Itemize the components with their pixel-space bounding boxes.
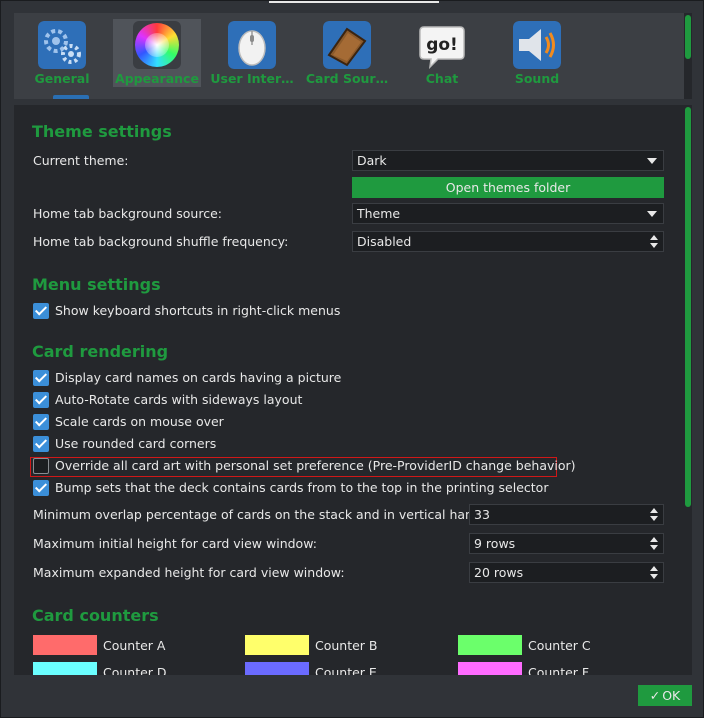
checkbox-checked-icon[interactable]	[33, 436, 49, 452]
title-strip	[269, 1, 439, 3]
checkbox-checked-icon[interactable]	[33, 370, 49, 386]
check-icon: ✓	[649, 688, 661, 703]
counter-label: Counter B	[315, 638, 378, 653]
checkbox-label: Scale cards on mouse over	[55, 414, 224, 429]
tab-label: General	[34, 71, 90, 86]
tabbar-scrollbar[interactable]	[684, 13, 692, 99]
initial-height-label: Maximum initial height for card view win…	[33, 536, 317, 551]
current-theme-select[interactable]: Dark	[352, 150, 664, 171]
tab-label: Sound	[514, 71, 560, 86]
tab-card-sources[interactable]: Card Sour…	[303, 19, 391, 87]
counter-color-swatch[interactable]	[458, 635, 522, 655]
theme-settings-heading: Theme settings	[32, 122, 172, 141]
card-counters-heading: Card counters	[32, 606, 159, 625]
bg-source-label: Home tab background source:	[33, 206, 222, 221]
menu-settings-heading: Menu settings	[32, 275, 161, 294]
checkbox-checked-icon[interactable]	[33, 414, 49, 430]
ok-button[interactable]: ✓ OK	[638, 685, 692, 706]
category-tabbar: General Appearance User Inter… Card Sour…	[14, 13, 684, 99]
spin-up-icon[interactable]	[650, 508, 658, 513]
tab-appearance[interactable]: Appearance	[113, 19, 201, 87]
speech-bubble-icon: go!	[419, 26, 465, 69]
spin-down-icon[interactable]	[650, 243, 658, 248]
expanded-height-spinbox[interactable]: 20 rows	[469, 562, 664, 583]
spin-down-icon[interactable]	[650, 545, 658, 550]
overlap-label: Minimum overlap percentage of cards on t…	[33, 507, 481, 522]
spin-up-icon[interactable]	[650, 235, 658, 240]
counter-label: Counter A	[103, 638, 166, 653]
counter-color-swatch[interactable]	[458, 662, 522, 675]
initial-height-spinbox[interactable]: 9 rows	[469, 533, 664, 554]
spin-up-icon[interactable]	[650, 566, 658, 571]
card-book-icon	[323, 21, 371, 69]
checkbox-unchecked-icon[interactable]	[33, 458, 49, 474]
counter-label: Counter F	[528, 665, 590, 675]
counter-color-swatch[interactable]	[245, 635, 309, 655]
checkbox-label: Override all card art with personal set …	[55, 458, 576, 473]
overlap-spinbox[interactable]: 33	[469, 504, 664, 525]
spinbox-value: 20 rows	[474, 565, 524, 580]
gears-icon	[38, 21, 86, 69]
color-wheel-icon	[133, 21, 181, 69]
spinbox-value: 33	[474, 507, 490, 522]
tab-label: Chat	[425, 71, 459, 86]
settings-scrollbar[interactable]	[684, 105, 692, 675]
counter-color-swatch[interactable]	[245, 662, 309, 675]
tab-label: Appearance	[115, 71, 199, 86]
appearance-settings-panel: Theme settings Current theme: Dark Open …	[14, 105, 684, 675]
scrollbar-thumb[interactable]	[685, 15, 691, 59]
spinbox-value: Disabled	[357, 234, 412, 249]
open-themes-folder-button[interactable]: Open themes folder	[352, 177, 664, 198]
counter-color-swatch[interactable]	[33, 662, 97, 675]
chevron-down-icon	[647, 158, 657, 164]
mouse-icon	[228, 21, 276, 69]
tab-sound[interactable]: Sound	[493, 19, 581, 87]
checkbox-checked-icon[interactable]	[33, 303, 49, 319]
settings-dialog: General Appearance User Inter… Card Sour…	[0, 0, 704, 718]
counter-color-swatch[interactable]	[33, 635, 97, 655]
checkbox-label: Use rounded card corners	[55, 436, 217, 451]
current-theme-label: Current theme:	[33, 153, 129, 168]
tab-general[interactable]: General	[18, 19, 106, 87]
bg-source-select[interactable]: Theme	[352, 203, 664, 224]
select-value: Dark	[357, 153, 387, 168]
checkbox-label: Auto-Rotate cards with sideways layout	[55, 392, 303, 407]
scrollbar-thumb[interactable]	[685, 107, 691, 507]
bg-shuffle-spinbox[interactable]: Disabled	[352, 231, 664, 252]
svg-text:go!: go!	[426, 35, 458, 55]
checkbox-label: Display card names on cards having a pic…	[55, 370, 342, 385]
spin-down-icon[interactable]	[650, 516, 658, 521]
card-rendering-heading: Card rendering	[32, 342, 169, 361]
spin-up-icon[interactable]	[650, 537, 658, 542]
tab-label: Card Sour…	[305, 71, 389, 86]
ok-label: OK	[662, 688, 681, 703]
speaker-icon	[513, 21, 561, 69]
chevron-down-icon	[647, 211, 657, 217]
counter-label: Counter D	[103, 665, 167, 675]
select-value: Theme	[357, 206, 401, 221]
spinbox-value: 9 rows	[474, 536, 516, 551]
expanded-height-label: Maximum expanded height for card view wi…	[33, 565, 345, 580]
counter-label: Counter E	[315, 665, 377, 675]
counter-label: Counter C	[528, 638, 591, 653]
checkbox-label: Show keyboard shortcuts in right-click m…	[55, 303, 341, 318]
tab-user-interface[interactable]: User Inter…	[208, 19, 296, 87]
bg-shuffle-label: Home tab background shuffle frequency:	[33, 234, 289, 249]
checkbox-checked-icon[interactable]	[33, 392, 49, 408]
checkbox-label: Bump sets that the deck contains cards f…	[55, 480, 549, 495]
tabbar-overflow-indicator	[53, 95, 89, 99]
tab-label: User Inter…	[210, 71, 294, 86]
tab-chat[interactable]: go! Chat	[398, 19, 486, 87]
checkbox-checked-icon[interactable]	[33, 480, 49, 496]
spin-down-icon[interactable]	[650, 574, 658, 579]
